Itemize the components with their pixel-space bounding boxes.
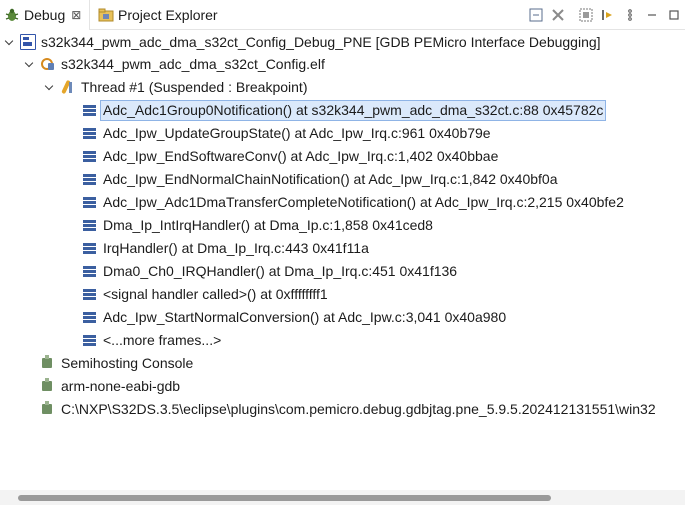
view-menu-icon[interactable] [619,5,641,25]
elf-process-icon [40,56,56,72]
stack-frame-label: Dma_Ip_IntIrqHandler() at Dma_Ip.c:1,858… [103,217,433,233]
tab-debug[interactable]: Debug ⊠ [0,0,90,30]
process-icon [40,378,56,394]
launch-label: s32k344_pwm_adc_dma_s32ct_Config_Debug_P… [41,34,601,50]
maximize-icon[interactable] [663,5,685,25]
process-row[interactable]: C:\NXP\S32DS.3.5\eclipse\plugins\com.pem… [40,398,656,420]
tree-row-thread[interactable]: Thread #1 (Suspended : Breakpoint) [44,76,307,98]
process-label: Semihosting Console [61,355,194,371]
stack-frame-row[interactable]: Adc_Ipw_Adc1DmaTransferCompleteNotificat… [82,191,624,213]
stack-frame-row[interactable]: Adc_Ipw_UpdateGroupState() at Adc_Ipw_Ir… [82,122,491,144]
tree-row-launch[interactable]: s32k344_pwm_adc_dma_s32ct_Config_Debug_P… [4,31,601,53]
tab-debug-label: Debug [24,7,66,23]
stack-frame-label: <...more frames...> [103,332,222,348]
expand-chevron-icon[interactable] [24,58,36,70]
tab-project-explorer[interactable]: Project Explorer [94,0,218,30]
stack-frame-row[interactable]: Dma_Ip_IntIrqHandler() at Dma_Ip.c:1,858… [82,214,433,236]
debug-tree[interactable]: s32k344_pwm_adc_dma_s32ct_Config_Debug_P… [0,31,685,481]
process-icon [40,401,56,417]
stack-frame-label: Adc_Ipw_EndSoftwareConv() at Adc_Ipw_Irq… [103,148,499,164]
remove-terminated-icon[interactable] [547,5,569,25]
stack-frame-label: Adc_Ipw_Adc1DmaTransferCompleteNotificat… [103,194,624,210]
stack-frame-icon [82,102,98,118]
process-label: arm-none-eabi-gdb [61,378,181,394]
process-row[interactable]: arm-none-eabi-gdb [40,375,180,397]
stack-frame-icon [82,171,98,187]
view-tab-bar: Debug ⊠ Project Explorer [0,0,685,30]
minimize-icon[interactable] [641,5,663,25]
stack-frame-label-selected: Adc_Adc1Group0Notification() at s32k344_… [100,99,607,121]
stack-frame-label: Dma0_Ch0_IRQHandler() at Dma_Ip_Irq.c:45… [103,263,458,279]
tree-row-elf[interactable]: s32k344_pwm_adc_dma_s32ct_Config.elf [24,53,325,75]
process-row[interactable]: Semihosting Console [40,352,193,374]
stack-frame-icon [82,217,98,233]
stack-frame-icon [82,240,98,256]
stack-frame-icon [82,286,98,302]
stack-frame-row[interactable]: Adc_Ipw_EndNormalChainNotification() at … [82,168,557,190]
stack-frame-label: <signal handler called>() at 0xffffffff1 [103,286,328,302]
view-toolbar [525,4,685,26]
stack-frame-row[interactable]: Adc_Ipw_StartNormalConversion() at Adc_I… [82,306,506,328]
stack-frame-label: Adc_Ipw_UpdateGroupState() at Adc_Ipw_Ir… [103,125,491,141]
process-label: C:\NXP\S32DS.3.5\eclipse\plugins\com.pem… [61,401,656,417]
stack-frame-row[interactable]: <signal handler called>() at 0xffffffff1 [82,283,328,305]
bug-icon [4,7,20,23]
horizontal-scrollbar[interactable] [0,490,685,505]
stack-frame-icon [82,148,98,164]
stack-frame-icon [82,125,98,141]
stack-frame-row[interactable]: Dma0_Ch0_IRQHandler() at Dma_Ip_Irq.c:45… [82,260,457,282]
stack-frame-row[interactable]: Adc_Ipw_EndSoftwareConv() at Adc_Ipw_Irq… [82,145,498,167]
stack-frame-icon [82,194,98,210]
stack-frame-row[interactable]: IrqHandler() at Dma_Ip_Irq.c:443 0x41f11… [82,237,369,259]
close-icon[interactable]: ⊠ [71,8,81,22]
project-explorer-icon [98,7,114,23]
expand-chevron-icon[interactable] [4,36,16,48]
elf-label: s32k344_pwm_adc_dma_s32ct_Config.elf [61,56,325,72]
process-icon [40,355,56,371]
stack-frame-label: Adc_Ipw_EndNormalChainNotification() at … [103,171,558,187]
stack-frame-label: Adc_Ipw_StartNormalConversion() at Adc_I… [103,309,507,325]
tab-project-explorer-label: Project Explorer [118,7,218,23]
expand-chevron-icon[interactable] [44,81,56,93]
launch-config-icon [20,34,36,50]
debug-view-layout-icon[interactable] [575,5,597,25]
stack-frame-row[interactable]: Adc_Adc1Group0Notification() at s32k344_… [82,99,607,121]
step-filters-icon[interactable] [597,5,619,25]
collapse-all-icon[interactable] [525,5,547,25]
thread-label: Thread #1 (Suspended : Breakpoint) [81,79,308,95]
stack-frame-icon [82,309,98,325]
stack-frame-icon [82,263,98,279]
stack-frame-label: IrqHandler() at Dma_Ip_Irq.c:443 0x41f11… [103,240,369,256]
stack-frame-icon [82,332,98,348]
scrollbar-thumb[interactable] [18,495,551,501]
stack-frame-row[interactable]: <...more frames...> [82,329,221,351]
thread-icon [60,79,76,95]
